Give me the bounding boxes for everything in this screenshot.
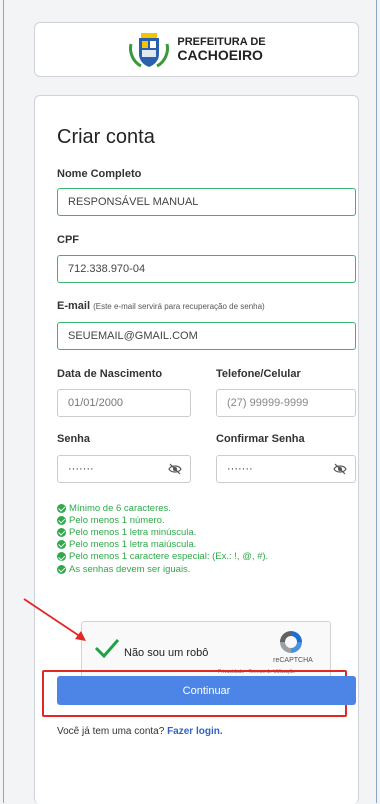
password-input[interactable]: ·······: [57, 455, 191, 483]
check-circle-icon: [57, 540, 66, 550]
eye-slash-icon[interactable]: [168, 463, 182, 475]
confirm-password-label: Confirmar Senha: [216, 433, 305, 445]
signup-card: Criar conta Nome Completo RESPONSÁVEL MA…: [34, 95, 359, 804]
rule-text: Pelo menos 1 número.: [69, 514, 165, 526]
email-label: E-mail (Este e-mail servirá para recuper…: [57, 300, 265, 312]
check-circle-icon: [57, 503, 66, 513]
continue-button[interactable]: Continuar: [57, 676, 356, 705]
rule-text: As senhas devem ser iguais.: [69, 563, 191, 575]
password-label: Senha: [57, 433, 91, 445]
full-name-label: Nome Completo: [57, 168, 142, 180]
password-rule: Pelo menos 1 caractere especial: (Ex.: !…: [57, 551, 268, 563]
recaptcha-logo-icon: [280, 631, 302, 653]
password-rule: Pelo menos 1 número.: [57, 514, 268, 526]
login-link[interactable]: Fazer login.: [167, 726, 223, 737]
check-circle-icon: [57, 527, 66, 537]
confirm-password-value: ·······: [227, 463, 253, 475]
rule-text: Mínimo de 6 caracteres.: [69, 502, 171, 514]
email-input[interactable]: SEUEMAIL@GMAIL.COM: [57, 322, 356, 350]
full-name-input[interactable]: RESPONSÁVEL MANUAL: [57, 188, 356, 216]
logo-line-2: CACHOEIRO: [177, 47, 263, 63]
recaptcha-label: Não sou um robô: [124, 647, 209, 659]
password-rule: Pelo menos 1 letra maiúscula.: [57, 539, 268, 551]
password-value: ·······: [68, 463, 94, 475]
login-prompt-text: Você já tem uma conta?: [57, 726, 165, 737]
checkmark-icon[interactable]: [94, 638, 120, 658]
rule-text: Pelo menos 1 letra minúscula.: [69, 526, 197, 538]
eye-slash-icon[interactable]: [333, 463, 347, 475]
city-crest-icon: [129, 32, 170, 67]
password-rules-list: Mínimo de 6 caracteres. Pelo menos 1 núm…: [57, 502, 268, 575]
check-circle-icon: [57, 564, 66, 574]
email-hint: (Este e-mail servirá para recuperação de…: [93, 302, 265, 311]
recaptcha-brand: reCAPTCHA: [273, 657, 313, 664]
city-name: PREFEITURA DE CACHOEIRO: [177, 37, 265, 63]
check-circle-icon: [57, 552, 66, 562]
red-arrow-annotation: [23, 598, 86, 641]
page-title: Criar conta: [57, 126, 155, 148]
check-circle-icon: [57, 515, 66, 525]
confirm-password-input[interactable]: ·······: [216, 455, 356, 483]
rule-text: Pelo menos 1 letra maiúscula.: [69, 539, 197, 551]
cpf-input[interactable]: 712.338.970-04: [57, 255, 356, 283]
phone-input[interactable]: (27) 99999-9999: [216, 389, 356, 417]
login-prompt: Você já tem uma conta? Fazer login.: [57, 726, 223, 737]
email-label-text: E-mail: [57, 300, 91, 312]
password-rule: As senhas devem ser iguais.: [57, 563, 268, 575]
password-rule: Pelo menos 1 letra minúscula.: [57, 526, 268, 538]
password-rule: Mínimo de 6 caracteres.: [57, 502, 268, 514]
birthdate-label: Data de Nascimento: [57, 368, 163, 380]
birthdate-input[interactable]: 01/01/2000: [57, 389, 191, 417]
rule-text: Pelo menos 1 caractere especial: (Ex.: !…: [69, 551, 269, 563]
phone-label: Telefone/Celular: [216, 368, 301, 380]
header-logo-card: PREFEITURA DE CACHOEIRO: [34, 22, 359, 77]
cpf-label: CPF: [57, 234, 79, 246]
